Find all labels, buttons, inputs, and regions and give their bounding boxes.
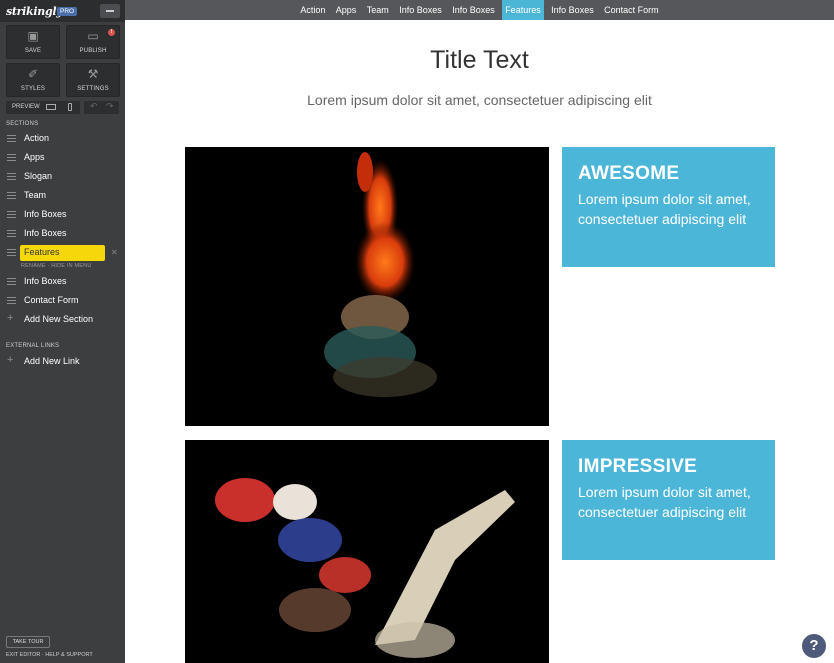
- wrench-icon: ⚒: [87, 67, 99, 81]
- redo-icon[interactable]: ↷: [106, 101, 114, 112]
- nav-link-info-boxes[interactable]: Info Boxes: [396, 0, 445, 20]
- nav-link-features[interactable]: Features: [502, 0, 544, 20]
- exit-editor-link[interactable]: EXIT EDITOR · HELP & SUPPORT: [6, 652, 93, 658]
- sidebar-item-info-boxes[interactable]: Info Boxes: [0, 206, 125, 224]
- help-button[interactable]: ?: [802, 634, 826, 658]
- sidebar-item-label: Info Boxes: [24, 228, 67, 238]
- nav-link-info-boxes[interactable]: Info Boxes: [548, 0, 597, 20]
- paintbrush-icon: ✐: [27, 67, 39, 81]
- drag-handle-icon[interactable]: [7, 297, 16, 304]
- sidebar-item-label: Action: [24, 133, 50, 143]
- sidebar-item-label: Team: [24, 190, 47, 200]
- drag-handle-icon[interactable]: [7, 278, 16, 285]
- nav-link-team[interactable]: Team: [364, 0, 392, 20]
- site-navigation: Action Apps Team Info Boxes Info Boxes F…: [125, 0, 834, 20]
- nav-link-action[interactable]: Action: [297, 0, 328, 20]
- desktop-preview-icon[interactable]: [46, 104, 56, 110]
- collapse-sidebar-button[interactable]: [100, 4, 120, 18]
- sidebar-item-info-boxes[interactable]: Info Boxes: [0, 225, 125, 243]
- drag-handle-icon[interactable]: [7, 211, 16, 218]
- sidebar-item-contact-form[interactable]: Contact Form: [0, 292, 125, 310]
- mobile-preview-icon[interactable]: [68, 103, 72, 111]
- drag-handle-icon[interactable]: [7, 135, 16, 142]
- sections-heading: SECTIONS: [6, 121, 39, 127]
- drag-handle-icon[interactable]: [7, 173, 16, 180]
- sidebar-item-label: Apps: [24, 152, 45, 162]
- feature-title[interactable]: IMPRESSIVE: [578, 456, 759, 478]
- sidebar-item-features[interactable]: Features ✕: [0, 244, 125, 262]
- nav-link-info-boxes[interactable]: Info Boxes: [449, 0, 498, 20]
- sidebar-item-action[interactable]: Action: [0, 130, 125, 148]
- add-new-section-button[interactable]: + Add New Section: [0, 311, 125, 329]
- page-canvas: Title Text Lorem ipsum dolor sit amet, c…: [125, 20, 834, 663]
- sidebar-item-label[interactable]: Features: [20, 245, 105, 261]
- drag-handle-icon[interactable]: [7, 154, 16, 161]
- drag-handle-icon[interactable]: [7, 249, 16, 256]
- settings-label: SETTINGS: [77, 86, 109, 92]
- styles-label: STYLES: [20, 86, 46, 92]
- sidebar-item-info-boxes[interactable]: Info Boxes: [0, 273, 125, 291]
- floppy-disk-icon: ▣: [27, 29, 39, 43]
- nav-link-apps[interactable]: Apps: [333, 0, 360, 20]
- publish-notification-badge: !: [108, 29, 115, 36]
- external-links-heading: EXTERNAL LINKS: [6, 343, 60, 349]
- sidebar-item-label: Info Boxes: [24, 276, 67, 286]
- styles-button[interactable]: ✐ STYLES: [6, 63, 60, 97]
- sidebar-item-slogan[interactable]: Slogan: [0, 168, 125, 186]
- feature-card[interactable]: AWESOME Lorem ipsum dolor sit amet, cons…: [562, 147, 775, 267]
- editor-sidebar: strikingly PRO ▣ SAVE ▭ ! PUBLISH ✐ STYL…: [0, 0, 125, 663]
- delete-section-icon[interactable]: ✕: [111, 248, 118, 257]
- feature-title[interactable]: AWESOME: [578, 163, 759, 185]
- publish-button[interactable]: ▭ ! PUBLISH: [66, 25, 120, 59]
- preview-button[interactable]: PREVIEW: [12, 104, 40, 110]
- add-section-label: Add New Section: [24, 314, 94, 324]
- sidebar-item-label: Info Boxes: [24, 209, 67, 219]
- page-subtitle[interactable]: Lorem ipsum dolor sit amet, consectetuer…: [125, 92, 834, 108]
- dancer-flag-photo: [185, 440, 549, 663]
- add-new-link-button[interactable]: + Add New Link: [0, 353, 125, 371]
- save-button[interactable]: ▣ SAVE: [6, 25, 60, 59]
- history-controls: ↶ ↷: [84, 101, 119, 114]
- drag-handle-icon[interactable]: [7, 230, 16, 237]
- pro-badge: PRO: [57, 7, 78, 16]
- save-label: SAVE: [24, 48, 42, 54]
- add-link-label: Add New Link: [24, 356, 80, 366]
- nav-link-contact-form[interactable]: Contact Form: [601, 0, 662, 20]
- preview-bar: PREVIEW: [6, 101, 80, 114]
- strikingly-logo: strikingly: [6, 5, 63, 18]
- plus-icon: +: [7, 312, 14, 324]
- section-actions[interactable]: RENAME · HIDE IN MENU: [21, 263, 92, 269]
- feature-text[interactable]: Lorem ipsum dolor sit amet, consectetuer…: [578, 189, 759, 229]
- page-title[interactable]: Title Text: [125, 46, 834, 75]
- feature-image[interactable]: [185, 440, 549, 663]
- feature-card[interactable]: IMPRESSIVE Lorem ipsum dolor sit amet, c…: [562, 440, 775, 560]
- dancer-photo: [185, 147, 549, 426]
- sidebar-header: strikingly PRO: [0, 0, 125, 22]
- feature-text[interactable]: Lorem ipsum dolor sit amet, consectetuer…: [578, 482, 759, 522]
- drag-handle-icon[interactable]: [7, 192, 16, 199]
- sidebar-item-team[interactable]: Team: [0, 187, 125, 205]
- sidebar-item-label: Contact Form: [24, 295, 79, 305]
- publish-label: PUBLISH: [79, 48, 107, 54]
- sidebar-item-label: Slogan: [24, 171, 53, 181]
- settings-button[interactable]: ⚒ SETTINGS: [66, 63, 120, 97]
- undo-icon[interactable]: ↶: [90, 101, 98, 112]
- sidebar-item-apps[interactable]: Apps: [0, 149, 125, 167]
- take-tour-button[interactable]: TAKE TOUR: [6, 636, 50, 648]
- feature-image[interactable]: [185, 147, 549, 426]
- plus-icon: +: [7, 354, 14, 366]
